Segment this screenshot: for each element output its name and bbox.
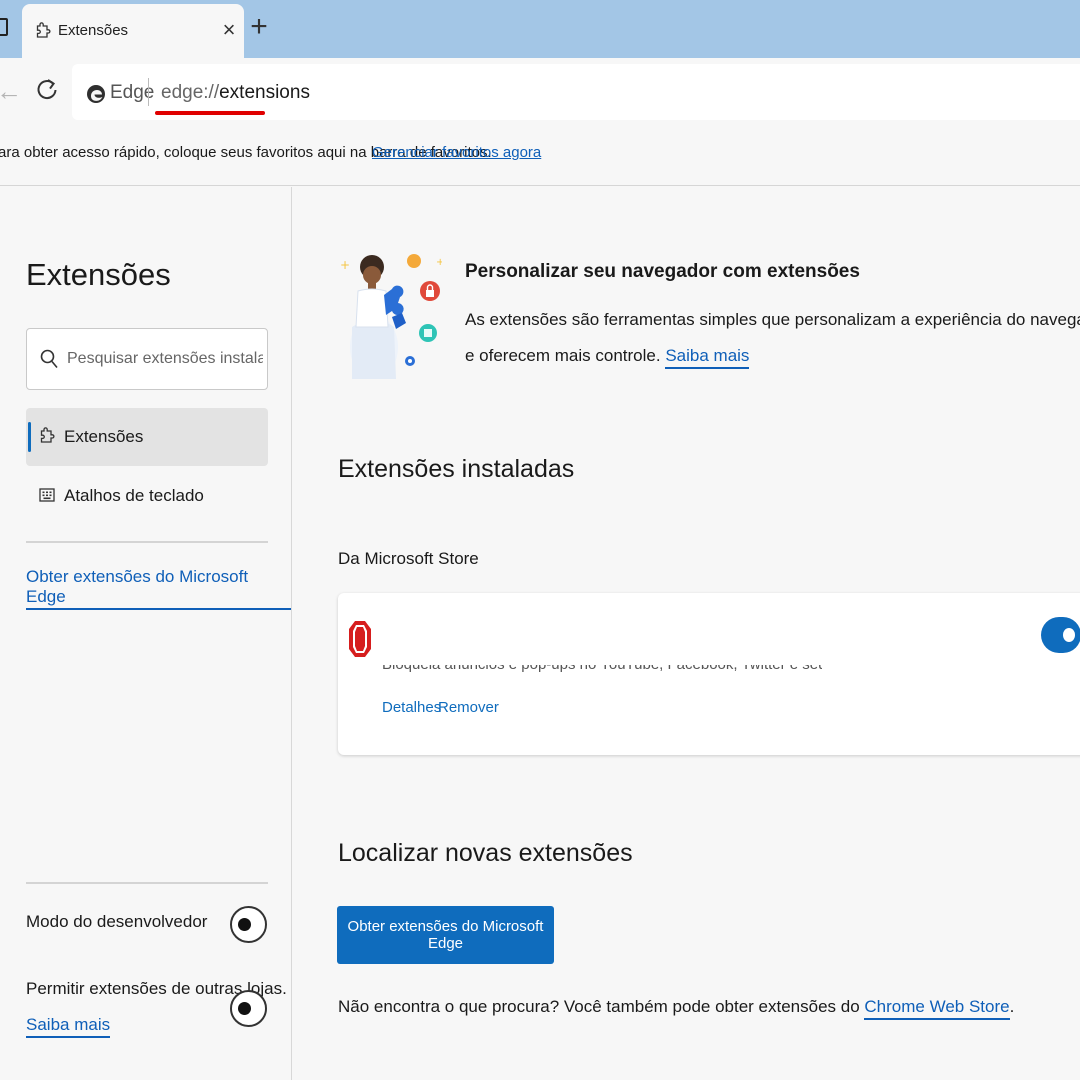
search-icon	[40, 349, 58, 369]
address-toolbar: ← Edge edge://extensions	[0, 58, 1080, 128]
footer-period: .	[1009, 997, 1015, 1016]
extension-remove-link[interactable]: Remover	[438, 699, 499, 716]
extension-description-clip: Bloqueia anúncios e pop-ups no YouTube, …	[382, 665, 822, 679]
keyboard-icon	[39, 488, 55, 502]
search-input[interactable]	[67, 343, 263, 375]
hero-description-line-2: e oferecem mais controle. Saiba mais	[465, 346, 750, 369]
refresh-icon[interactable]	[32, 74, 62, 106]
back-arrow-icon[interactable]: ←	[0, 76, 22, 106]
manage-favorites-link[interactable]: Gerenciar favoritos agora	[372, 144, 541, 161]
other-stores-learn-more-link[interactable]: Saiba mais	[26, 1015, 111, 1038]
tab-strip: Extensões × +	[0, 0, 1080, 58]
chrome-web-store-link[interactable]: Chrome Web Store	[864, 997, 1010, 1020]
url-text[interactable]: edge://extensions	[161, 82, 310, 104]
sidebar-divider	[26, 882, 268, 884]
hero-description-text: e oferecem mais controle.	[465, 346, 661, 365]
stop-sign-icon	[349, 621, 371, 657]
microsoft-store-label: Da Microsoft Store	[338, 549, 479, 568]
hero-title: Personalizar seu navegador com extensões	[465, 261, 860, 282]
puzzle-icon	[40, 427, 55, 443]
url-path: extensions	[219, 82, 310, 103]
developer-mode-label: Modo do desenvolvedor	[26, 912, 208, 931]
extensions-illustration: + +	[340, 254, 442, 379]
favorites-bar: ara obter acesso rápido, coloque seus fa…	[0, 128, 1080, 186]
svg-text:+: +	[436, 257, 442, 268]
extension-description: Bloqueia anúncios e pop-ups no YouTube, …	[382, 665, 822, 673]
tab-extensions[interactable]: Extensões ×	[22, 4, 244, 58]
footer-help-text: Não encontra o que procura? Você também …	[338, 997, 1015, 1020]
installed-extensions-heading: Extensões instaladas	[338, 455, 575, 483]
url-scheme: edge://	[161, 82, 220, 103]
workspaces-icon[interactable]	[0, 18, 8, 36]
svg-text:+: +	[340, 258, 350, 272]
find-extensions-heading: Localizar novas extensões	[338, 839, 633, 867]
new-tab-icon[interactable]: +	[246, 10, 272, 44]
footer-text: Não encontra o que procura? Você também …	[338, 997, 865, 1016]
extension-details-link[interactable]: Detalhes	[382, 699, 441, 716]
other-stores-toggle[interactable]	[230, 990, 267, 1027]
puzzle-icon	[36, 22, 51, 38]
extension-enable-toggle[interactable]	[1041, 617, 1080, 653]
get-extensions-button[interactable]: Obter extensões do Microsoft Edge	[337, 906, 554, 964]
hero-learn-more-link[interactable]: Saiba mais	[665, 346, 750, 369]
sidebar-item-label: Atalhos de teclado	[64, 486, 204, 505]
extension-card: Bloqueia anúncios e pop-ups no YouTube, …	[338, 593, 1080, 755]
address-divider	[148, 78, 149, 106]
get-extensions-sidebar-link[interactable]: Obter extensões do Microsoft Edge	[26, 567, 291, 610]
url-highlight-underline	[155, 111, 265, 115]
sidebar-divider	[26, 541, 268, 543]
sidebar-item-label: Extensões	[64, 427, 144, 446]
sidebar-item-keyboard-shortcuts[interactable]: Atalhos de teclado	[26, 467, 268, 525]
tab-title: Extensões	[58, 22, 129, 39]
page-title: Extensões	[26, 257, 171, 292]
sidebar-item-extensions[interactable]: Extensões	[26, 408, 268, 466]
hero-description-line-1: As extensões são ferramentas simples que…	[465, 310, 1080, 329]
sidebar: Extensões Extensões Atalhos de teclado O…	[0, 187, 292, 1080]
edge-logo-icon	[87, 85, 105, 103]
close-tab-icon[interactable]: ×	[220, 16, 238, 44]
main-content: + + Personalizar seu navegador com exten…	[292, 187, 1080, 1080]
developer-mode-toggle[interactable]	[230, 906, 267, 943]
search-box[interactable]	[26, 328, 268, 390]
address-bar[interactable]: Edge edge://extensions	[72, 64, 1080, 120]
